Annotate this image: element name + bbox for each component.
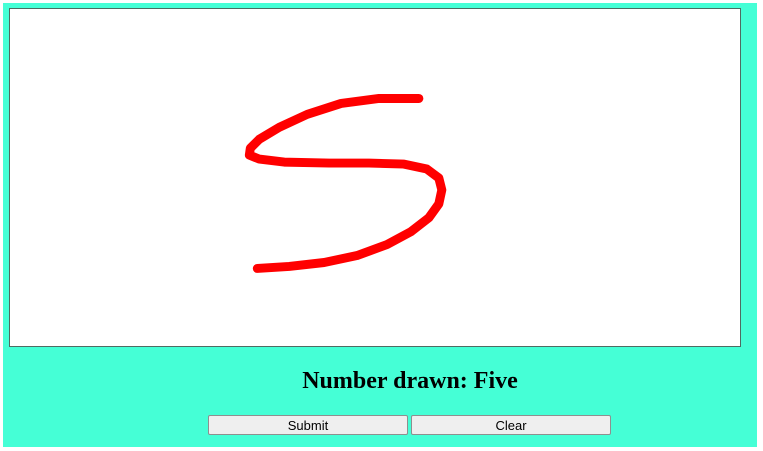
drawing-layer [244, 93, 447, 273]
submit-button[interactable]: Submit [208, 415, 408, 435]
clear-button[interactable]: Clear [411, 415, 611, 435]
drawing-canvas[interactable] [9, 8, 741, 347]
app-container: Number drawn: Five Submit Clear [3, 3, 757, 447]
drawn-stroke [244, 93, 447, 273]
prediction-result: Number drawn: Five [302, 368, 518, 394]
button-row: Submit Clear [208, 415, 611, 435]
